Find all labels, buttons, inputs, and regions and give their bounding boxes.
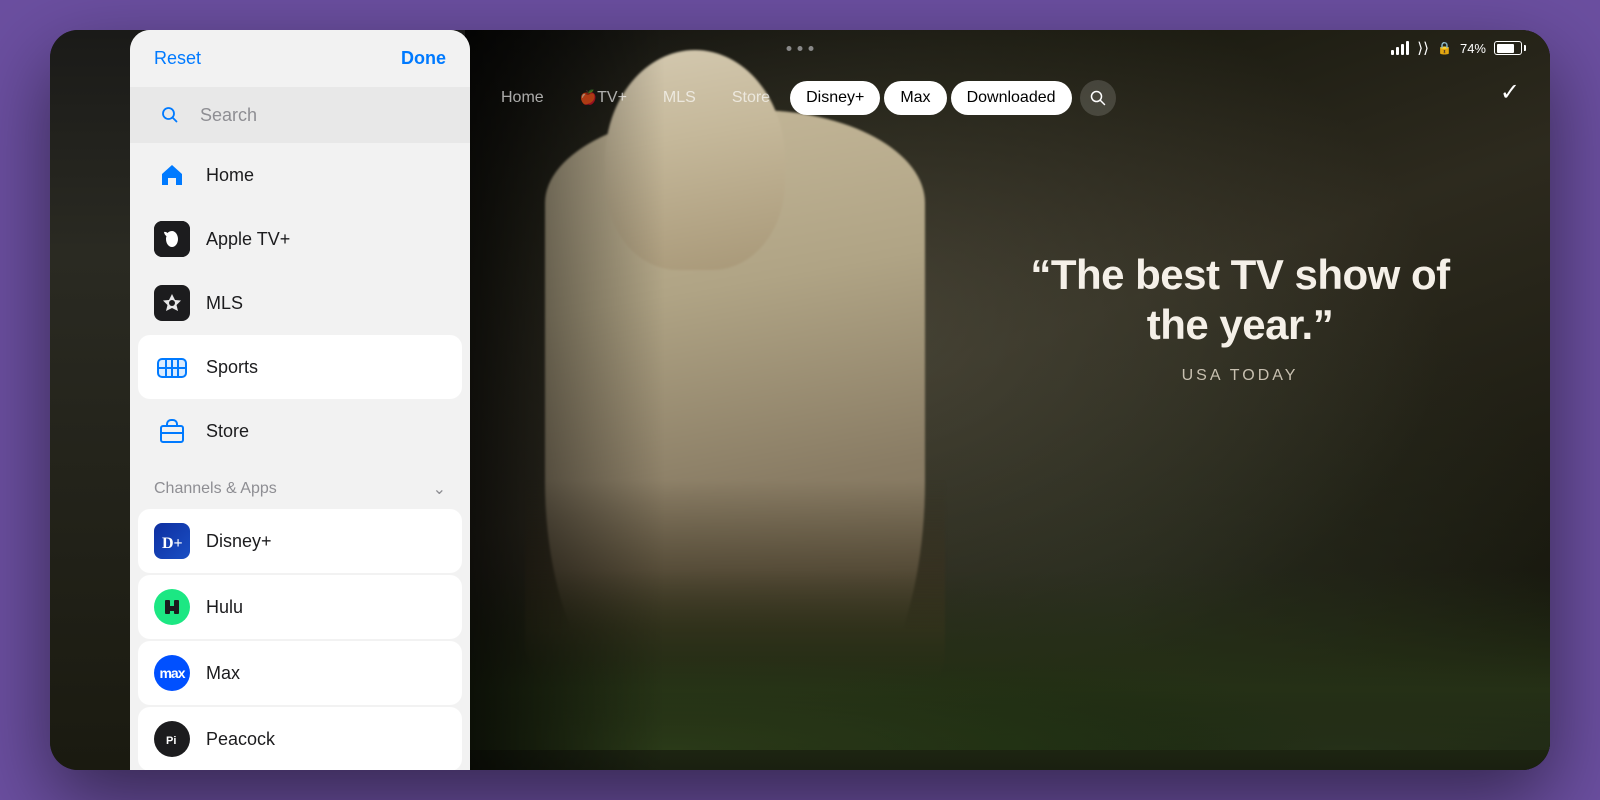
sidebar-store-label: Store — [206, 421, 249, 442]
sidebar: Reset Done Search — [130, 30, 470, 770]
search-icon — [1090, 90, 1106, 106]
channels-section-label: Channels & Apps — [154, 480, 277, 498]
nav-item-disney[interactable]: Disney+ — [790, 81, 880, 115]
sidebar-peacock-label: Peacock — [206, 729, 275, 750]
max-icon: max — [154, 655, 190, 691]
search-icon — [154, 99, 186, 131]
sidebar-item-disney[interactable]: D+ Disney+ — [138, 509, 462, 573]
sidebar-item-max[interactable]: max Max — [138, 641, 462, 705]
navigation-bar: Home 🍎TV+ MLS Store Disney+ Max Download… — [465, 66, 1550, 130]
search-label: Search — [200, 105, 257, 126]
checkmark-icon[interactable]: ✓ — [1500, 78, 1520, 107]
sidebar-item-hulu[interactable]: Hulu — [138, 575, 462, 639]
hero-background: “The best TV show of the year.” USA TODA… — [465, 30, 1550, 770]
status-dot-2 — [798, 46, 803, 51]
sidebar-item-mls[interactable]: MLS — [130, 271, 470, 335]
appletv-logo: 🍎 — [580, 89, 597, 105]
signal-icon — [1391, 41, 1409, 55]
sidebar-item-peacock[interactable]: Pi Peacock — [138, 707, 462, 770]
sidebar-item-home[interactable]: Home — [130, 143, 470, 207]
wifi-icon: ⟩⟩ — [1417, 39, 1429, 57]
sidebar-hulu-label: Hulu — [206, 597, 243, 618]
disney-icon: D+ — [154, 523, 190, 559]
status-dot-3 — [809, 46, 814, 51]
lock-icon: 🔒 — [1437, 41, 1452, 55]
hulu-icon — [154, 589, 190, 625]
sports-icon — [154, 349, 190, 385]
hero-quote: “The best TV show of the year.” — [1030, 250, 1450, 351]
status-dot-1 — [787, 46, 792, 51]
sidebar-mls-label: MLS — [206, 293, 243, 314]
sidebar-item-sports[interactable]: Sports — [138, 335, 462, 399]
nav-item-store[interactable]: Store — [716, 81, 786, 115]
status-right: ⟩⟩ 🔒 74% — [1391, 39, 1522, 57]
nav-item-home[interactable]: Home — [485, 81, 560, 115]
search-row[interactable]: Search — [130, 87, 470, 143]
svg-text:D+: D+ — [162, 535, 183, 552]
svg-text:Pi: Pi — [166, 735, 176, 747]
hero-source: USA TODAY — [1030, 367, 1450, 385]
channels-section-header[interactable]: Channels & Apps ⌄ — [130, 463, 470, 507]
sidebar-disney-label: Disney+ — [206, 531, 272, 552]
sidebar-item-store[interactable]: Store — [130, 399, 470, 463]
mls-icon — [154, 285, 190, 321]
store-icon — [154, 413, 190, 449]
battery-percent: 74% — [1460, 41, 1486, 56]
status-bar: ⟩⟩ 🔒 74% — [50, 30, 1550, 66]
sidebar-home-label: Home — [206, 165, 254, 186]
home-icon — [154, 157, 190, 193]
sidebar-max-label: Max — [206, 663, 240, 684]
nav-item-max[interactable]: Max — [884, 81, 946, 115]
appletv-icon — [154, 221, 190, 257]
peacock-icon: Pi — [154, 721, 190, 757]
search-button[interactable] — [1080, 80, 1116, 116]
status-center-dots — [787, 46, 814, 51]
quote-overlay: “The best TV show of the year.” USA TODA… — [1030, 250, 1450, 385]
device-frame: “The best TV show of the year.” USA TODA… — [50, 30, 1550, 770]
battery-icon — [1494, 41, 1522, 55]
sidebar-item-appletv[interactable]: Apple TV+ — [130, 207, 470, 271]
sidebar-sports-label: Sports — [206, 357, 258, 378]
nav-item-appletv[interactable]: 🍎TV+ — [564, 81, 643, 115]
sidebar-scroll-area[interactable]: Search Home — [130, 87, 470, 770]
hero-fade — [465, 30, 665, 770]
channels-chevron-icon: ⌄ — [433, 479, 446, 499]
nav-item-mls[interactable]: MLS — [647, 81, 712, 115]
sidebar-appletv-label: Apple TV+ — [206, 229, 290, 250]
nav-item-downloaded[interactable]: Downloaded — [951, 81, 1072, 115]
